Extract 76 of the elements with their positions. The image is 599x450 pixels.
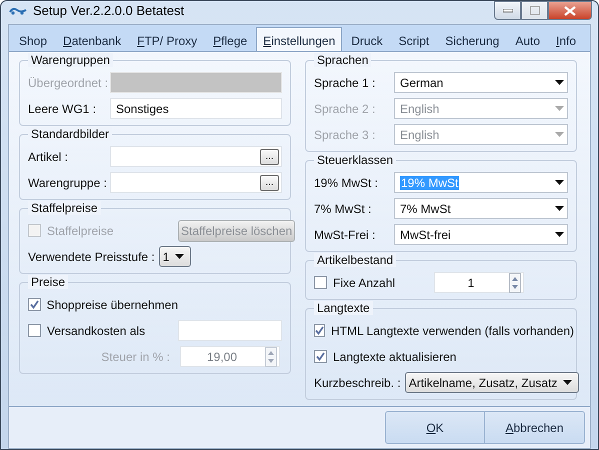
dropdown[interactable]: German — [394, 72, 568, 93]
dropdown-arrow-icon — [555, 206, 564, 211]
tab[interactable]: Shop — [12, 29, 54, 51]
spin-arrows-icon — [265, 346, 277, 366]
group-title: Steuerklassen — [314, 153, 396, 167]
minimize-button[interactable] — [494, 1, 521, 20]
input-field[interactable] — [178, 320, 282, 341]
dropdown-arrow-icon — [555, 232, 564, 237]
checkbox[interactable] — [314, 276, 327, 289]
close-button[interactable] — [548, 1, 592, 20]
tab[interactable]: Pflege — [206, 29, 254, 51]
window-title: Setup Ver.2.2.0.0 Betatest — [33, 3, 184, 18]
dropdown-arrow-icon — [555, 132, 564, 137]
browse-button[interactable]: ... — [260, 175, 279, 191]
group-title: Warengruppen — [28, 53, 113, 67]
field-label: Sprache 2 : — [314, 102, 376, 116]
dropdown-arrow-icon — [555, 180, 564, 185]
checkbox[interactable] — [28, 298, 41, 311]
dropdown-arrow-icon — [563, 380, 572, 385]
dialog-button[interactable]: Abbrechen — [485, 412, 584, 443]
checkbox[interactable] — [314, 350, 327, 363]
checkbox-label: HTML Langtexte verwenden (falls vorhanden) — [331, 324, 574, 338]
field-label: Artikel : — [28, 150, 70, 164]
dialog-button[interactable]: OK — [386, 412, 485, 443]
field-label: Verwendete Preisstufe : — [28, 250, 156, 264]
check-icon — [316, 352, 325, 361]
app-logo-icon — [9, 6, 27, 16]
input-field[interactable]: ... — [110, 146, 282, 167]
group-title: Langtexte — [314, 301, 373, 315]
tab[interactable]: Info — [549, 29, 584, 51]
checkbox[interactable] — [314, 324, 325, 337]
tab[interactable]: Einstellungen — [256, 27, 342, 51]
checkbox-label: Versandkosten als — [47, 324, 146, 338]
tab[interactable]: Script — [392, 29, 436, 51]
checkbox-label: Langtexte aktualisieren — [333, 350, 456, 364]
group-title: Artikelbestand — [314, 253, 396, 267]
field-label: Sprache 3 : — [314, 128, 376, 142]
field-label: MwSt-Frei : — [314, 228, 376, 242]
dropdown[interactable]: 7% MwSt — [394, 198, 568, 219]
tab[interactable]: Datenbank — [56, 29, 128, 51]
check-icon — [315, 326, 324, 335]
browse-button[interactable]: ... — [260, 149, 279, 165]
field-label: Übergeordnet : — [28, 76, 110, 90]
field-label: Warengruppe : — [28, 176, 108, 190]
field-label: Steuer in % : — [100, 350, 171, 364]
tab[interactable]: FTP/ Proxy — [130, 29, 204, 51]
field-label: Kurzbeschreib. : — [314, 376, 402, 390]
tab[interactable]: Sicherung — [438, 29, 506, 51]
group-title: Preise — [28, 275, 68, 289]
maximize-icon — [530, 6, 540, 15]
input-field[interactable]: Sonstiges — [110, 98, 282, 119]
dropdown[interactable]: 1 — [158, 246, 192, 267]
checkbox-label: Shoppreise übernehmen — [46, 298, 178, 312]
number-spinner[interactable]: 1 — [434, 272, 524, 293]
checkbox-label: Staffelpreise — [47, 224, 114, 238]
group-title: Staffelpreise — [28, 201, 100, 215]
close-icon — [564, 6, 576, 16]
tab[interactable]: Druck — [344, 29, 390, 51]
field-label: Leere WG1 : — [28, 102, 98, 116]
group-title: Standardbilder — [28, 127, 112, 141]
spin-arrows-icon — [509, 272, 521, 292]
minimize-icon — [502, 8, 512, 12]
check-icon — [30, 300, 39, 309]
checkbox-label: Fixe Anzahl — [333, 276, 396, 290]
tab[interactable]: Auto — [508, 29, 548, 51]
dropdown-arrow-icon — [555, 106, 564, 111]
input-field[interactable]: ... — [110, 172, 282, 193]
dropdown-arrow-icon — [175, 254, 184, 259]
field-label: 7% MwSt : — [314, 202, 372, 216]
field-label: Sprache 1 : — [314, 76, 376, 90]
dropdown[interactable]: Artikelname, Zusatz, Zusatz — [404, 372, 580, 393]
dropdown[interactable]: MwSt-frei — [394, 224, 568, 245]
group-title: Sprachen — [314, 53, 372, 67]
dropdown-arrow-icon — [555, 80, 564, 85]
checkbox[interactable] — [28, 324, 41, 337]
field-label: 19% MwSt : — [314, 176, 380, 190]
